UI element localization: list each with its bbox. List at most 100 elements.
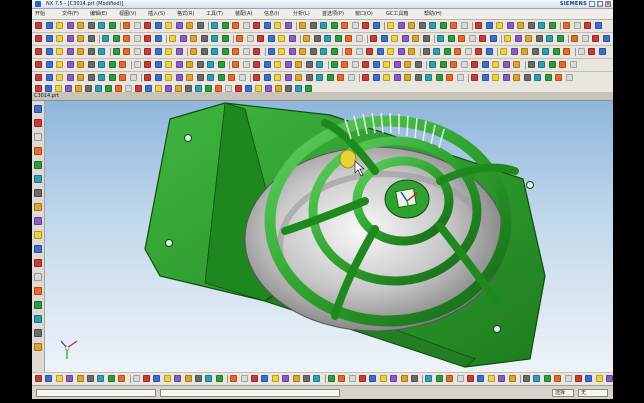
- toolbar-button-icon[interactable]: [253, 61, 260, 68]
- toolbar-button-icon[interactable]: [123, 22, 130, 29]
- toolbar-button-icon[interactable]: [211, 35, 218, 42]
- menu-assembly[interactable]: 装配(A): [235, 9, 252, 19]
- toolbar-button-icon[interactable]: [404, 61, 411, 68]
- toolbar-button-icon[interactable]: [500, 48, 507, 55]
- toolbar-button-icon[interactable]: [372, 61, 380, 68]
- toolbar-button-icon[interactable]: [372, 22, 380, 29]
- toolbar-button-icon[interactable]: [563, 48, 570, 55]
- toolbar-button-icon[interactable]: [425, 375, 433, 382]
- toolbar-button-icon[interactable]: [313, 35, 321, 42]
- toolbar-button-icon[interactable]: [517, 22, 524, 29]
- toolbar-button-icon[interactable]: [56, 22, 63, 29]
- toolbar-button-icon[interactable]: [595, 375, 603, 382]
- toolbar-button-icon[interactable]: [525, 35, 532, 42]
- toolbar-button-icon[interactable]: [348, 375, 356, 382]
- toolbar-button-icon[interactable]: [592, 35, 599, 42]
- toolbar-button-icon[interactable]: [97, 375, 105, 382]
- toolbar-button-icon[interactable]: [542, 48, 549, 55]
- toolbar-button-icon[interactable]: [175, 74, 183, 81]
- toolbar-button-icon[interactable]: [45, 35, 53, 42]
- toolbar-button-icon[interactable]: [496, 22, 503, 29]
- toolbar-button-icon[interactable]: [77, 22, 84, 29]
- toolbar-button-icon[interactable]: [492, 61, 499, 68]
- toolbar-button-icon[interactable]: [481, 61, 489, 68]
- toolbar-button-icon[interactable]: [35, 61, 42, 68]
- toolbar-button-icon[interactable]: [56, 61, 63, 68]
- menu-information[interactable]: 信息(I): [264, 9, 279, 19]
- toolbar-button-icon[interactable]: [236, 35, 243, 42]
- toolbar-button-icon[interactable]: [35, 35, 42, 42]
- toolbar-button-icon[interactable]: [492, 74, 499, 81]
- toolbar-button-icon[interactable]: [401, 35, 409, 42]
- toolbar-button-icon[interactable]: [320, 22, 327, 29]
- toolbar-button-icon[interactable]: [196, 61, 204, 68]
- toolbar-button-icon[interactable]: [393, 61, 401, 68]
- toolbar-button-icon[interactable]: [144, 48, 151, 55]
- resource-bar-tab-icon[interactable]: [34, 315, 42, 323]
- resource-bar-tab-icon[interactable]: [34, 287, 42, 295]
- toolbar-button-icon[interactable]: [87, 48, 95, 55]
- toolbar-button-icon[interactable]: [598, 48, 606, 55]
- toolbar-button-icon[interactable]: [56, 48, 63, 55]
- toolbar-button-icon[interactable]: [35, 375, 42, 382]
- toolbar-button-icon[interactable]: [359, 375, 366, 382]
- toolbar-button-icon[interactable]: [475, 48, 482, 55]
- toolbar-button-icon[interactable]: [179, 35, 187, 42]
- toolbar-button-icon[interactable]: [433, 48, 440, 55]
- toolbar-button-icon[interactable]: [437, 35, 444, 42]
- toolbar-button-icon[interactable]: [195, 85, 202, 92]
- toolbar-button-icon[interactable]: [257, 35, 264, 42]
- toolbar-button-icon[interactable]: [362, 74, 369, 81]
- toolbar-button-icon[interactable]: [422, 35, 430, 42]
- toolbar-button-icon[interactable]: [87, 35, 95, 42]
- toolbar-button-icon[interactable]: [175, 85, 182, 92]
- toolbar-button-icon[interactable]: [556, 35, 564, 42]
- toolbar-button-icon[interactable]: [133, 48, 141, 55]
- toolbar-button-icon[interactable]: [186, 22, 193, 29]
- toolbar-button-icon[interactable]: [154, 74, 162, 81]
- menu-analysis[interactable]: 分析(L): [293, 9, 310, 19]
- toolbar-button-icon[interactable]: [154, 22, 162, 29]
- toolbar-button-icon[interactable]: [45, 375, 53, 382]
- toolbar-button-icon[interactable]: [563, 22, 570, 29]
- toolbar-button-icon[interactable]: [35, 74, 42, 81]
- selection-scope[interactable]: 无: [578, 389, 608, 397]
- toolbar-button-icon[interactable]: [379, 375, 387, 382]
- toolbar-button-icon[interactable]: [251, 375, 258, 382]
- toolbar-button-icon[interactable]: [521, 48, 528, 55]
- toolbar-button-icon[interactable]: [435, 375, 443, 382]
- toolbar-button-icon[interactable]: [278, 48, 285, 55]
- toolbar-button-icon[interactable]: [523, 375, 530, 382]
- toolbar-button-icon[interactable]: [489, 35, 497, 42]
- toolbar-button-icon[interactable]: [35, 22, 42, 29]
- resource-bar-tab-icon[interactable]: [34, 161, 42, 169]
- toolbar-button-icon[interactable]: [341, 22, 348, 29]
- toolbar-button-icon[interactable]: [362, 61, 369, 68]
- toolbar-button-icon[interactable]: [165, 61, 172, 68]
- toolbar-button-icon[interactable]: [564, 375, 572, 382]
- toolbar-button-icon[interactable]: [66, 375, 74, 382]
- toolbar-button-icon[interactable]: [217, 61, 225, 68]
- toolbar-button-icon[interactable]: [355, 35, 363, 42]
- toolbar-button-icon[interactable]: [242, 61, 250, 68]
- toolbar-button-icon[interactable]: [429, 22, 436, 29]
- resource-bar-tab-icon[interactable]: [34, 217, 42, 225]
- toolbar-button-icon[interactable]: [225, 85, 232, 92]
- toolbar-button-icon[interactable]: [295, 85, 302, 92]
- toolbar-button-icon[interactable]: [527, 61, 535, 68]
- toolbar-button-icon[interactable]: [408, 48, 415, 55]
- toolbar-button-icon[interactable]: [527, 22, 535, 29]
- toolbar-button-icon[interactable]: [55, 85, 62, 92]
- toolbar-button-icon[interactable]: [439, 61, 447, 68]
- toolbar-button-icon[interactable]: [165, 48, 172, 55]
- toolbar-button-icon[interactable]: [288, 35, 296, 42]
- menu-help[interactable]: 帮助(H): [424, 9, 442, 19]
- toolbar-button-icon[interactable]: [594, 22, 602, 29]
- close-button[interactable]: ×: [605, 1, 611, 7]
- toolbar-button-icon[interactable]: [460, 22, 468, 29]
- toolbar-button-icon[interactable]: [571, 35, 578, 42]
- toolbar-button-icon[interactable]: [105, 85, 112, 92]
- toolbar-button-icon[interactable]: [35, 48, 42, 55]
- toolbar-button-icon[interactable]: [285, 85, 292, 92]
- toolbar-button-icon[interactable]: [144, 22, 151, 29]
